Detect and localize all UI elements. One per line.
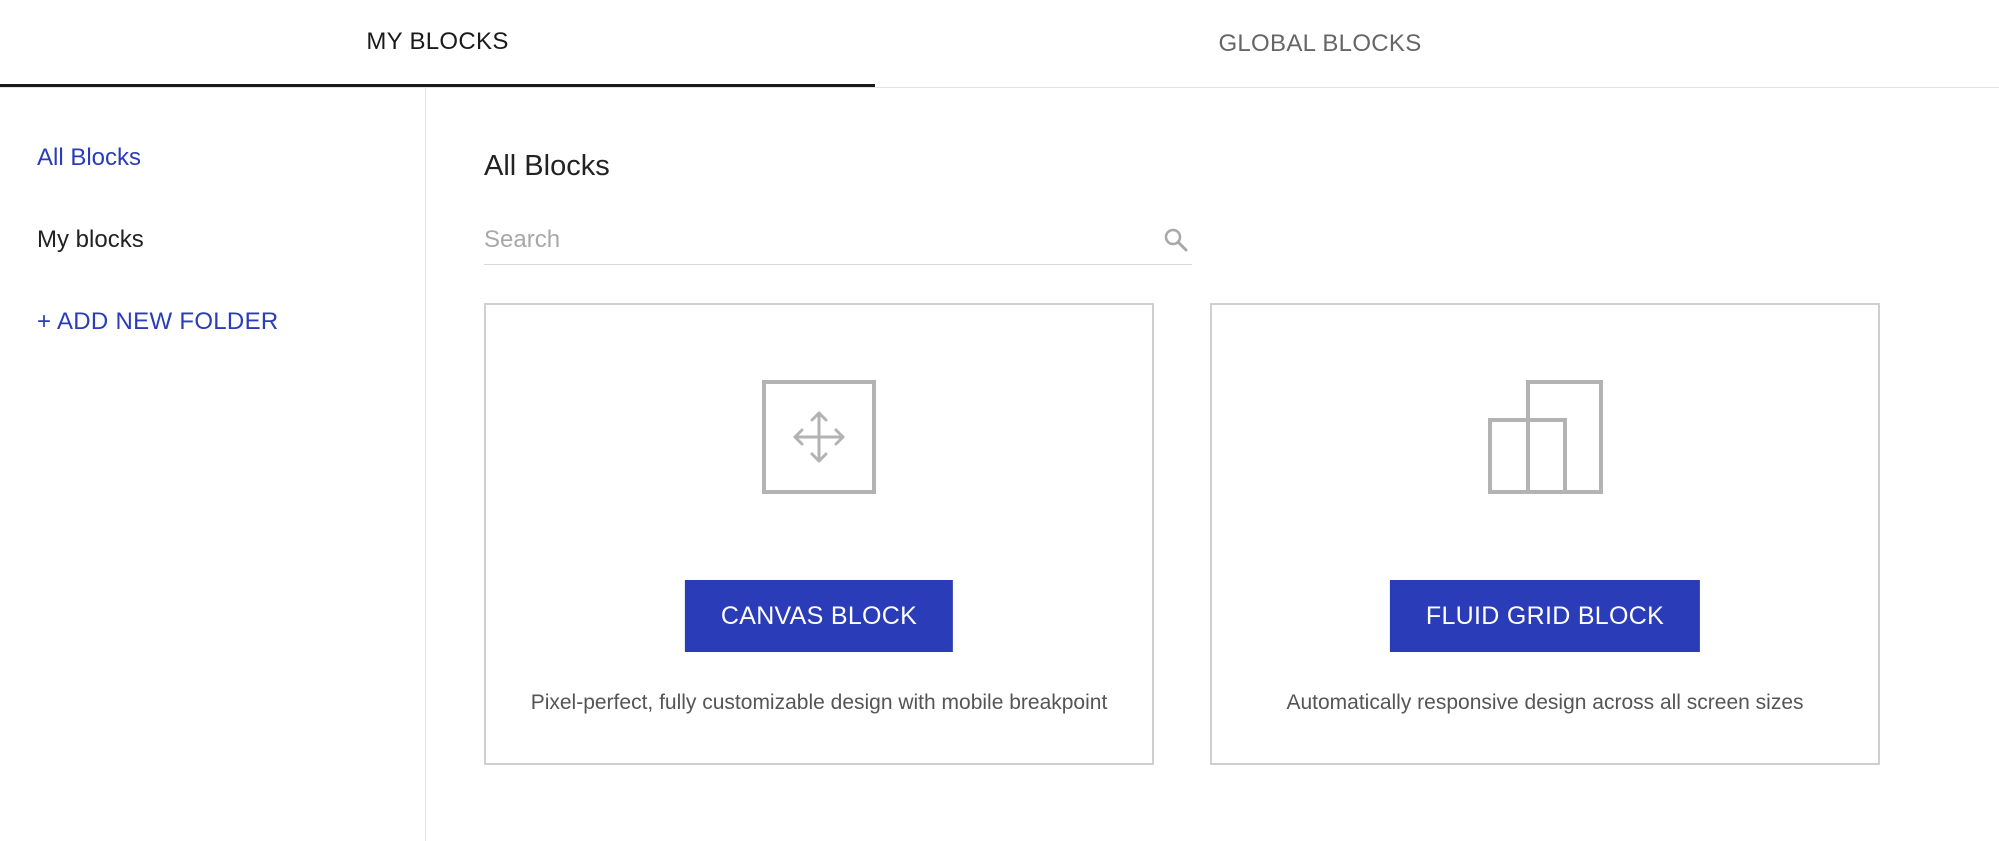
search-input[interactable]: [484, 220, 1144, 260]
fluid-grid-block-description: Automatically responsive design across a…: [1286, 691, 1804, 714]
sidebar: All Blocks My blocks + ADD NEW FOLDER: [0, 88, 426, 841]
page-title: All Blocks: [484, 150, 610, 182]
search-bar: [484, 220, 1192, 265]
sidebar-item-my-blocks[interactable]: My blocks: [37, 226, 144, 254]
move-arrows-icon: [762, 380, 876, 494]
add-new-folder-button[interactable]: + ADD NEW FOLDER: [37, 308, 279, 336]
tab-global-blocks[interactable]: GLOBAL BLOCKS: [875, 0, 1765, 88]
fluid-grid-icon: [1488, 380, 1603, 494]
tab-my-blocks[interactable]: MY BLOCKS: [0, 0, 875, 87]
sidebar-item-all-blocks[interactable]: All Blocks: [37, 144, 141, 172]
search-icon[interactable]: [1162, 226, 1190, 254]
fluid-grid-block-button[interactable]: FLUID GRID BLOCK: [1389, 580, 1701, 652]
canvas-block-card[interactable]: CANVAS BLOCK Pixel-perfect, fully custom…: [484, 303, 1154, 765]
tab-bar: MY BLOCKS GLOBAL BLOCKS: [0, 0, 1999, 88]
canvas-block-description: Pixel-perfect, fully customizable design…: [530, 691, 1108, 714]
fluid-grid-block-card[interactable]: FLUID GRID BLOCK Automatically responsiv…: [1210, 303, 1880, 765]
canvas-block-button[interactable]: CANVAS BLOCK: [684, 580, 954, 652]
